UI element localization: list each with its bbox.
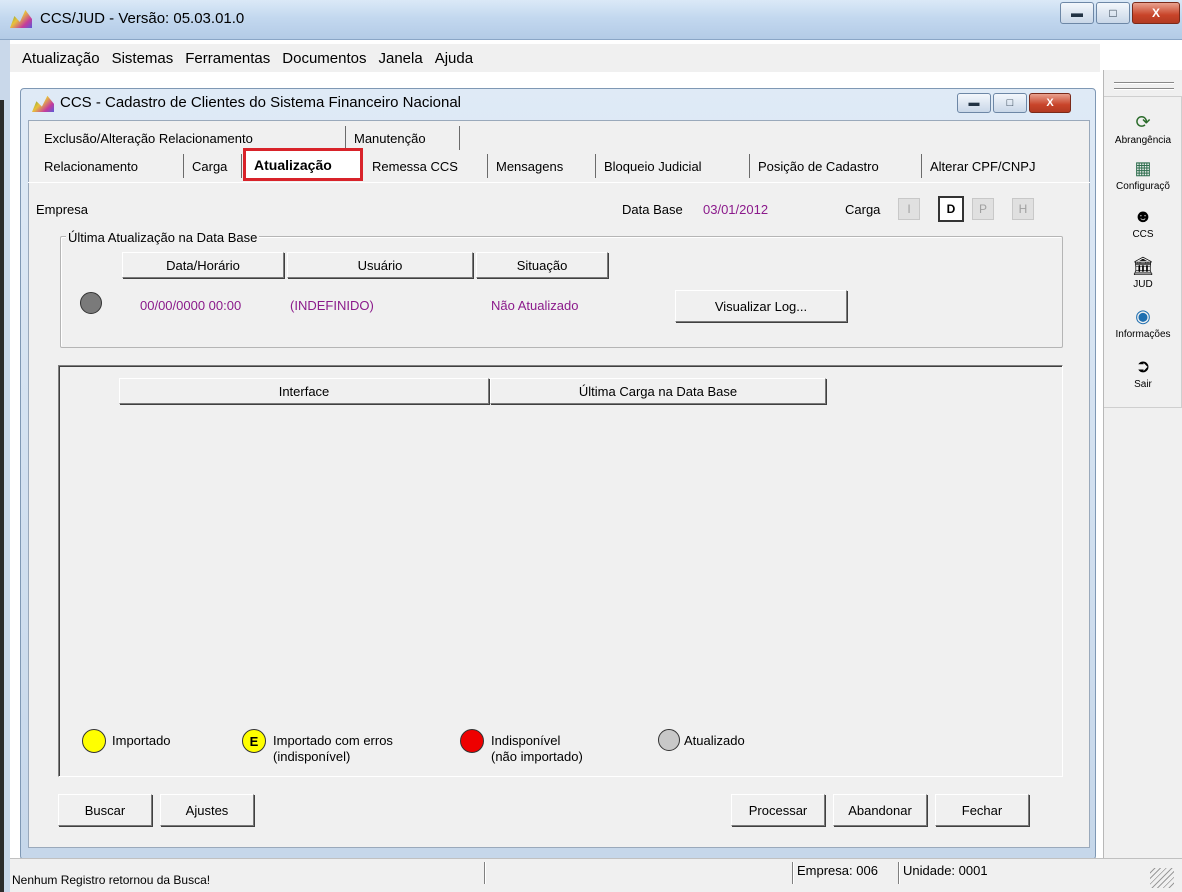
maximize-icon[interactable]: □ [993,93,1027,113]
legend-indisponivel-sublabel: (não importado) [491,749,583,764]
toolbar-label: Abrangência [1114,135,1172,146]
fechar-button[interactable]: Fechar [935,794,1029,826]
status-separator [792,862,794,884]
legend-indisponivel-icon [460,729,484,753]
tab-relacionamento[interactable]: Relacionamento [36,154,184,178]
legend-importado-erros-icon: E [242,729,266,753]
tab-posicao-de-cadastro[interactable]: Posição de Cadastro [750,154,922,178]
menu-ajuda[interactable]: Ajuda [429,50,479,67]
legend-importado-erros-label: Importado com erros [273,733,393,748]
toolbar-sair[interactable]: ➲ Sair [1104,356,1182,412]
last-update-user: (INDEFINIDO) [290,298,374,313]
person-icon: ☻ [1133,206,1153,226]
child-window-title: CCS - Cadastro de Clientes do Sistema Fi… [60,94,462,111]
grid-header-ultima-carga[interactable]: Última Carga na Data Base [490,378,826,404]
last-update-datetime: 00/00/0000 00:00 [140,298,242,313]
ajustes-button[interactable]: Ajustes [160,794,254,826]
menu-bar: Atualização Sistemas Ferramentas Documen… [10,44,1100,72]
toolbar-label: Sair [1134,379,1152,390]
minimize-icon[interactable]: ▬ [957,93,991,113]
resize-grip-icon[interactable] [1150,868,1174,888]
tab-divider [28,182,1090,183]
exit-door-icon: ➲ [1135,356,1151,376]
window-controls: ▬ □ X [1058,2,1180,26]
legend-atualizado-label: Atualizado [684,733,745,748]
tab-mensagens[interactable]: Mensagens [488,154,596,178]
buscar-button[interactable]: Buscar [58,794,152,826]
settings-grid-icon: ▦ [1134,158,1152,178]
tab-bloqueio-judicial[interactable]: Bloqueio Judicial [596,154,750,178]
menu-janela[interactable]: Janela [373,50,429,67]
legend-importado-erros-sublabel: (indisponível) [273,749,351,764]
toolbar-label: Informações [1115,329,1171,340]
carga-d-button[interactable]: D [938,196,964,222]
toolbar-ccs[interactable]: ☻ CCS [1104,206,1182,262]
last-update-status: Não Atualizado [491,298,579,313]
minimize-icon[interactable]: ▬ [1060,2,1094,24]
processar-button[interactable]: Processar [731,794,825,826]
data-base-label: Data Base [622,202,683,217]
status-message: Nenhum Registro retornou da Busca! [12,873,211,887]
menu-sistemas[interactable]: Sistemas [106,50,180,67]
globe-info-icon: ◉ [1135,306,1151,326]
toolbar-jud[interactable]: 🏛 JUD [1104,256,1182,312]
status-unidade: Unidade: 0001 [903,863,988,878]
grid-header-interface[interactable]: Interface [119,378,489,404]
close-icon[interactable]: X [1029,93,1071,113]
tab-alterar-cpf-cnpj[interactable]: Alterar CPF/CNPJ [922,154,1086,178]
menu-ferramentas[interactable]: Ferramentas [179,50,276,67]
menu-documentos[interactable]: Documentos [276,50,372,67]
empresa-label: Empresa [36,202,89,217]
header-situacao[interactable]: Situação [476,252,608,278]
menu-atualizacao[interactable]: Atualização [16,50,106,67]
toolbar-grip [1114,82,1174,84]
legend-importado-icon [82,729,106,753]
data-base-value: 03/01/2012 [703,202,769,217]
toolbar-label: JUD [1133,279,1153,290]
carga-label: Carga [845,202,881,217]
legend-atualizado-icon [658,729,680,751]
close-icon[interactable]: X [1132,2,1180,24]
tab-remessa-ccs[interactable]: Remessa CCS [364,154,488,178]
carga-i-button[interactable]: I [898,198,920,220]
app-title: CCS/JUD - Versão: 05.03.01.0 [40,10,245,27]
window-frame-shadow [0,100,4,892]
abandonar-button[interactable]: Abandonar [833,794,927,826]
tab-exclusao-alteracao-relacionamento[interactable]: Exclusão/Alteração Relacionamento [36,126,346,150]
maximize-icon[interactable]: □ [1096,2,1130,24]
toolbar-grip [1114,88,1174,90]
header-usuario[interactable]: Usuário [287,252,473,278]
status-indicator-icon [80,292,102,314]
tab-carga[interactable]: Carga [184,154,242,178]
refresh-globe-icon: ⟳ [1135,112,1151,132]
interface-grid [58,365,1063,777]
status-empresa: Empresa: 006 [797,863,878,878]
courthouse-icon: 🏛 [1131,256,1155,276]
toolbar-label: CCS [1132,229,1154,240]
carga-h-button[interactable]: H [1012,198,1034,220]
status-separator [484,862,486,884]
toolbar-informacoes[interactable]: ◉ Informações [1104,306,1182,362]
child-window-controls: ▬ □ X [957,93,1073,113]
tab-atualizacao[interactable]: Atualização [243,148,363,181]
legend-indisponivel-label: Indisponível [491,733,561,748]
toolbar-label: Configuraçõ [1116,181,1170,192]
last-update-group-title: Última Atualização na Data Base [66,230,260,245]
carga-p-button[interactable]: P [972,198,994,220]
legend-importado-label: Importado [112,733,171,748]
tab-manutencao[interactable]: Manutenção [346,126,460,150]
header-data-horario[interactable]: Data/Horário [122,252,284,278]
view-log-button[interactable]: Visualizar Log... [675,290,847,322]
status-separator [898,862,900,884]
